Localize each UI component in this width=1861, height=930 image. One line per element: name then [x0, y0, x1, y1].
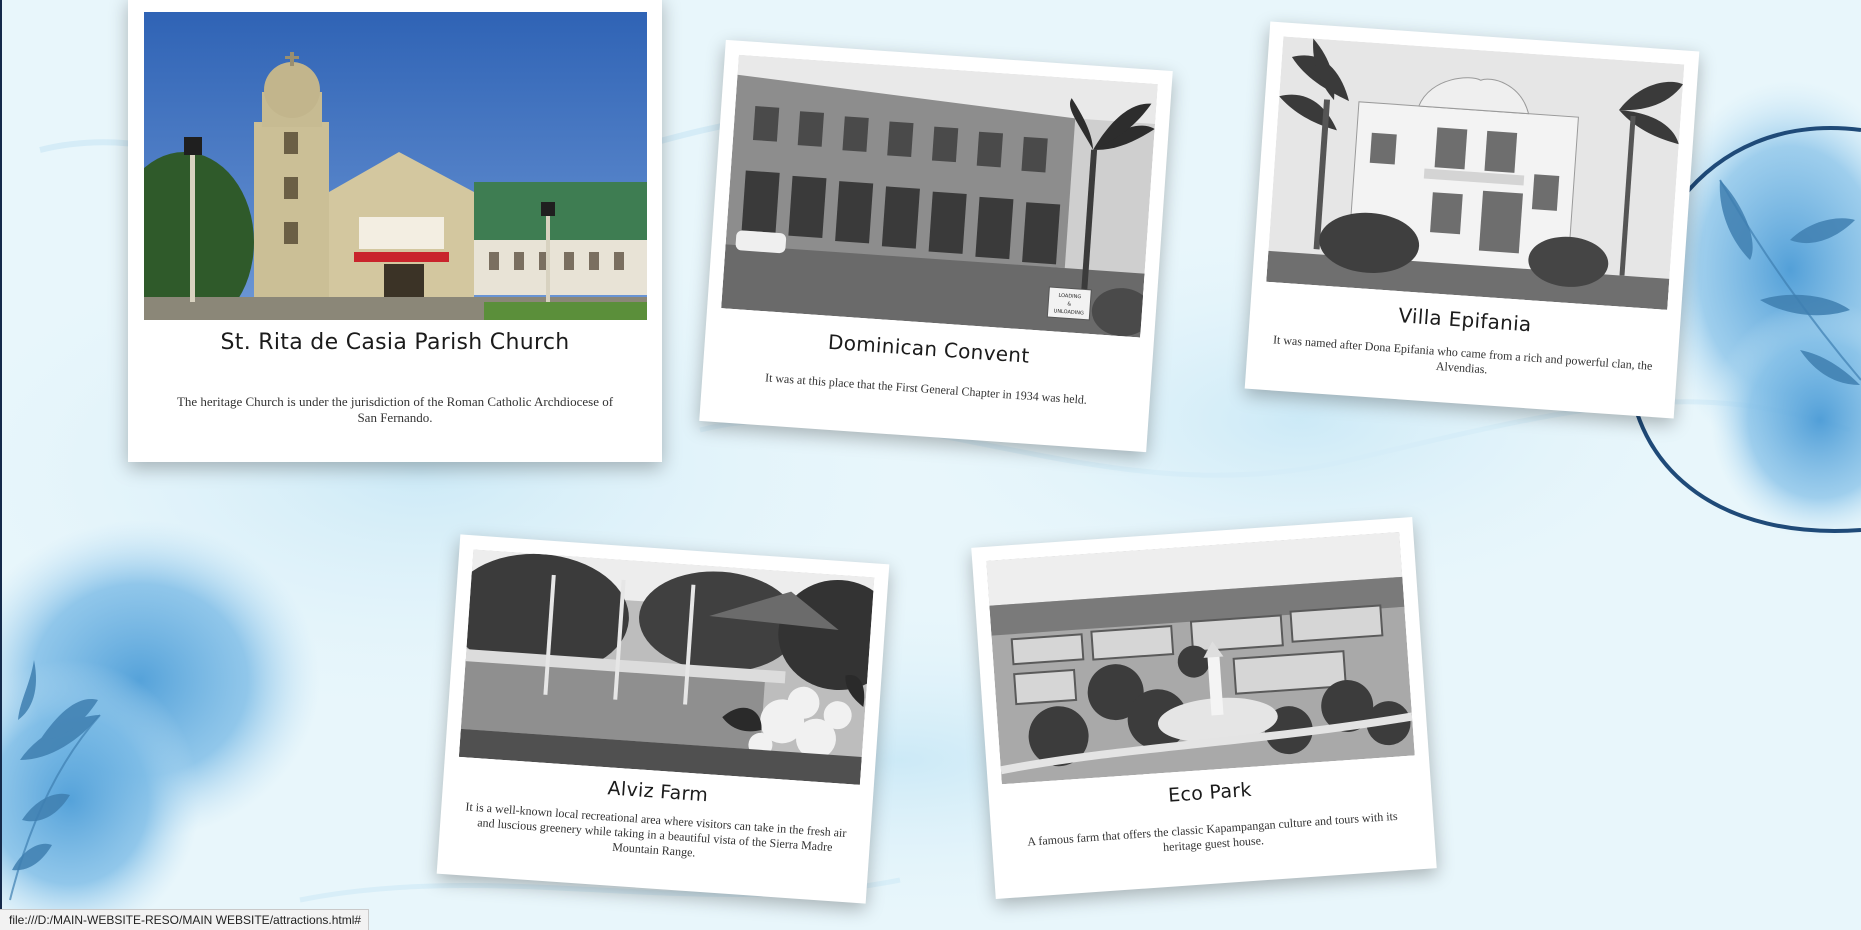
attraction-card-alviz-farm[interactable]: Alviz Farm It is a well-known local recr…: [436, 534, 890, 904]
loading-sign-line2: &: [1067, 301, 1071, 307]
attraction-card-dominican-convent[interactable]: LOADING & UNLOADING Dominican Convent It…: [699, 39, 1173, 453]
farm-photo: [458, 549, 875, 785]
card-description: It was at this place that the First Gene…: [764, 370, 1088, 407]
window-left-edge: [0, 0, 2, 930]
card-description: A famous farm that offers the classic Ka…: [1026, 808, 1398, 855]
card-title: St. Rita de Casia Parish Church: [220, 330, 570, 355]
browser-status-bar-url: file:///D:/MAIN-WEBSITE-RESO/MAIN WEBSIT…: [0, 909, 370, 930]
attraction-card-villa-epifania[interactable]: Villa Epifania It was named after Dona E…: [1244, 21, 1700, 419]
church-photo: [144, 12, 647, 320]
attraction-card-st-rita[interactable]: St. Rita de Casia Parish Church The heri…: [128, 0, 662, 462]
convent-photo: LOADING & UNLOADING: [721, 54, 1158, 338]
villa-photo: [1266, 36, 1685, 310]
card-description: The heritage Church is under the jurisdi…: [176, 394, 614, 425]
eco-park-photo: [986, 531, 1415, 785]
attraction-card-eco-park[interactable]: Eco Park A famous farm that offers the c…: [971, 517, 1437, 899]
